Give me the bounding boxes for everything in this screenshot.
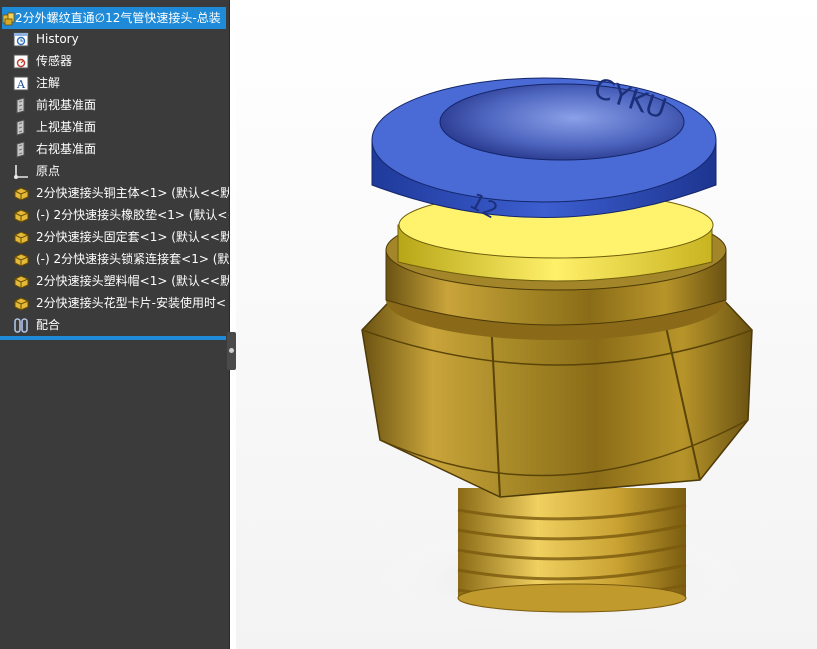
push-fitting-3d-model[interactable]: CYKU 12 — [236, 0, 817, 649]
tree-item[interactable]: 2分快速接头铜主体<1> (默认<<默 — [0, 183, 229, 204]
origin-icon — [13, 163, 30, 180]
tree-item-label: 配合 — [36, 318, 61, 332]
tree-item-label: 原点 — [36, 164, 61, 178]
tree-item-label: 右视基准面 — [36, 142, 97, 156]
tree-item-label: 注解 — [36, 76, 61, 90]
panel-splitter-handle[interactable] — [227, 332, 236, 370]
tree-separator — [0, 336, 226, 340]
tree-item[interactable]: A 注解 — [0, 73, 229, 94]
tree-item-label: (-) 2分快速接头锁紧连接套<1> (默 — [36, 252, 229, 266]
tree-item-label: 前视基准面 — [36, 98, 97, 112]
part-icon — [13, 207, 30, 224]
plane-icon — [13, 141, 30, 158]
tree-item[interactable]: 上视基准面 — [0, 117, 229, 138]
tree-item[interactable]: 原点 — [0, 161, 229, 182]
assembly-icon — [2, 12, 15, 26]
feature-manager-tree: 2分外螺纹直通∅12气管快速接头-总装 History 传感器 A 注解前视基准面上视… — [0, 0, 230, 649]
part-icon — [13, 185, 30, 202]
tree-root-label: 2分外螺纹直通∅12气管快速接头-总装 — [15, 11, 221, 25]
tree-item[interactable]: (-) 2分快速接头锁紧连接套<1> (默 — [0, 249, 229, 270]
part-icon — [13, 273, 30, 290]
blue-cap: CYKU 12 — [371, 71, 717, 224]
tree-item[interactable]: 右视基准面 — [0, 139, 229, 160]
tree-item-label: 2分快速接头花型卡片-安装使用时< — [36, 296, 227, 310]
sensor-icon — [13, 53, 30, 70]
tree-item-label: 上视基准面 — [36, 120, 97, 134]
tree-item[interactable]: 前视基准面 — [0, 95, 229, 116]
part-icon — [13, 295, 30, 312]
tree-item[interactable]: 2分快速接头固定套<1> (默认<<默 — [0, 227, 229, 248]
svg-text:A: A — [16, 78, 26, 91]
tree-root-assembly[interactable]: 2分外螺纹直通∅12气管快速接头-总装 — [2, 7, 226, 29]
mates-icon — [13, 317, 30, 334]
tree-item-label: 2分快速接头固定套<1> (默认<<默 — [36, 230, 229, 244]
tree-item[interactable]: (-) 2分快速接头橡胶垫<1> (默认<< — [0, 205, 229, 226]
annotation-icon: A — [13, 75, 30, 92]
part-icon — [13, 251, 30, 268]
tree-item-label: 2分快速接头塑料帽<1> (默认<<默 — [36, 274, 229, 288]
tree-item-label: (-) 2分快速接头橡胶垫<1> (默认<< — [36, 208, 229, 222]
tree-item-label: 2分快速接头铜主体<1> (默认<<默 — [36, 186, 229, 200]
plane-icon — [13, 119, 30, 136]
plane-icon — [13, 97, 30, 114]
tree-item[interactable]: 传感器 — [0, 51, 229, 72]
tree-item[interactable]: 配合 — [0, 315, 229, 336]
part-icon — [13, 229, 30, 246]
graphics-viewport[interactable]: CYKU 12 — [236, 0, 817, 649]
tree-item[interactable]: 2分快速接头塑料帽<1> (默认<<默 — [0, 271, 229, 292]
threaded-stem — [457, 488, 687, 613]
history-icon — [13, 31, 30, 48]
tree-item-label: 传感器 — [36, 54, 73, 68]
tree-item[interactable]: History — [0, 29, 229, 50]
tree-item[interactable]: 2分快速接头花型卡片-安装使用时< — [0, 293, 229, 314]
tree-item-label: History — [36, 32, 79, 46]
